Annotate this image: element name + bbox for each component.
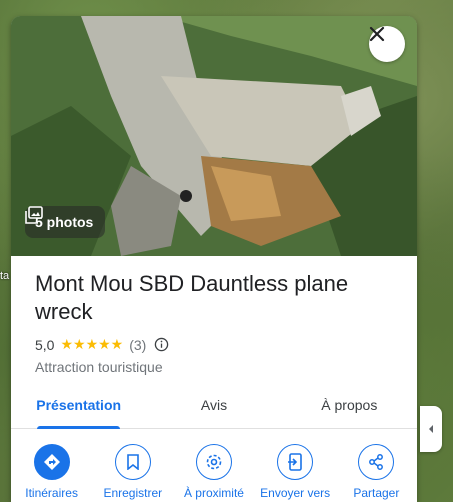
tab-overview[interactable]: Présentation xyxy=(11,382,146,429)
nearby-label: À proximité xyxy=(183,486,244,500)
action-bar: Itinéraires Enregistrer À proximité Envo… xyxy=(11,444,417,500)
info-icon[interactable] xyxy=(154,337,169,352)
place-tabs: Présentation Avis À propos xyxy=(11,382,417,429)
photo-library-icon xyxy=(25,206,43,224)
chevron-left-icon xyxy=(429,425,433,433)
share-button[interactable]: Partager xyxy=(338,444,414,500)
tab-overview-label: Présentation xyxy=(36,397,122,413)
share-icon xyxy=(369,454,384,470)
send-to-phone-label: Envoyer vers xyxy=(260,486,331,500)
save-button[interactable]: Enregistrer xyxy=(95,444,171,500)
close-button[interactable] xyxy=(369,26,405,62)
directions-circle xyxy=(33,444,70,480)
bookmark-icon xyxy=(126,454,139,470)
rating-value: 5,0 xyxy=(35,336,55,353)
share-label: Partager xyxy=(353,486,400,500)
place-info: Mont Mou SBD Dauntless plane wreck 5,0 ★… xyxy=(11,256,417,375)
save-label: Enregistrer xyxy=(103,486,163,500)
place-photo[interactable]: 5 photos xyxy=(11,16,417,256)
star-rating: ★★★★★ xyxy=(60,336,124,352)
tab-reviews[interactable]: Avis xyxy=(146,382,281,428)
share-circle xyxy=(358,444,395,480)
place-title: Mont Mou SBD Dauntless plane wreck xyxy=(35,271,349,324)
send-to-phone-icon xyxy=(288,453,302,471)
nearby-button[interactable]: À proximité xyxy=(176,444,252,500)
nearby-circle xyxy=(195,444,232,480)
directions-button[interactable]: Itinéraires xyxy=(14,444,90,500)
photos-label: 5 photos xyxy=(35,214,94,230)
directions-icon xyxy=(43,454,60,470)
nearby-icon xyxy=(206,454,222,470)
directions-label: Itinéraires xyxy=(25,486,78,500)
tab-reviews-label: Avis xyxy=(200,397,228,413)
tab-about[interactable]: À propos xyxy=(282,382,417,428)
map-edge-label: ta xyxy=(0,270,10,282)
place-panel: 5 photos Mont Mou SBD Dauntless plane wr… xyxy=(11,16,417,502)
review-count[interactable]: (3) xyxy=(129,337,146,353)
rating-row: 5,0 ★★★★★ (3) xyxy=(35,336,393,353)
send-circle xyxy=(277,444,314,480)
photos-button[interactable]: 5 photos xyxy=(25,206,106,238)
collapse-panel-button[interactable] xyxy=(420,406,442,452)
tab-about-label: À propos xyxy=(321,397,378,413)
close-icon xyxy=(369,26,385,42)
save-circle xyxy=(114,444,151,480)
place-category[interactable]: Attraction touristique xyxy=(35,359,393,375)
send-to-phone-button[interactable]: Envoyer vers xyxy=(257,444,333,500)
